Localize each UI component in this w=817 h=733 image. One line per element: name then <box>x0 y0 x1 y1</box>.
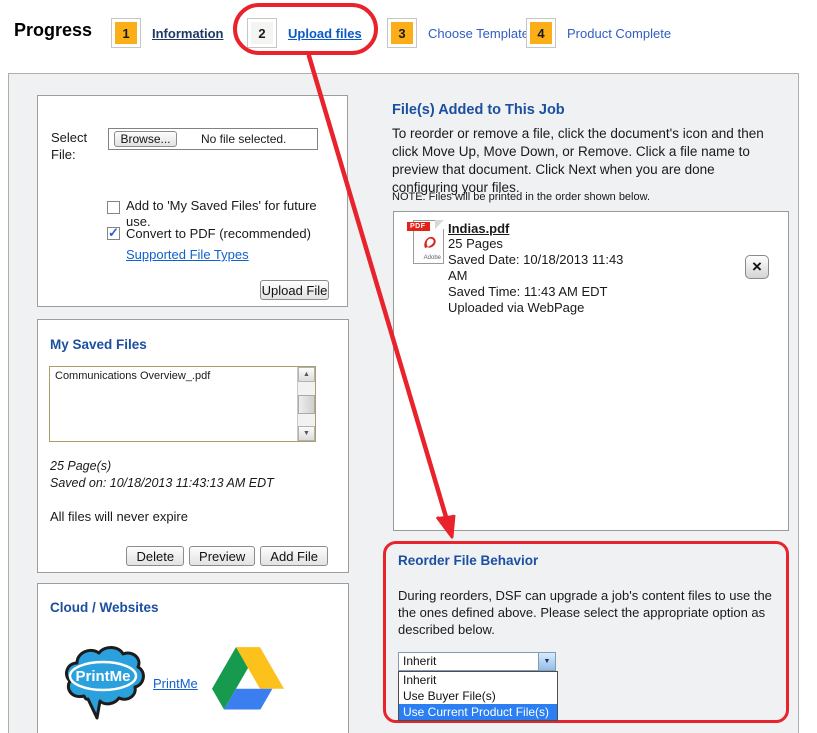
file-pages: 25 Pages <box>448 236 683 252</box>
option-use-current-product-files[interactable]: Use Current Product File(s) <box>399 704 557 720</box>
saved-file-pages: 25 Page(s) <box>50 459 111 473</box>
reorder-dropdown-value: Inherit <box>403 653 436 670</box>
convert-to-pdf-label: Convert to PDF (recommended) <box>126 226 346 242</box>
option-use-buyer-files[interactable]: Use Buyer File(s) <box>399 688 557 704</box>
pdf-icon[interactable]: Adobe PDF <box>410 220 444 264</box>
adobe-brand-text: Adobe <box>424 255 441 261</box>
job-files-instructions: To reorder or remove a file, click the d… <box>392 125 797 197</box>
job-files-note: NOTE: Files will be printed in the order… <box>392 191 650 203</box>
cloud-websites-title: Cloud / Websites <box>50 600 159 615</box>
saved-file-saved-on: Saved on: 10/18/2013 11:43:13 AM EDT <box>50 476 274 490</box>
preview-button[interactable]: Preview <box>189 546 255 566</box>
printme-link[interactable]: PrintMe <box>153 676 198 691</box>
listbox-scrollbar[interactable]: ▲ ▼ <box>297 367 315 441</box>
step-number-box: 1 <box>111 18 141 48</box>
google-drive-icon[interactable] <box>212 647 284 710</box>
browse-button[interactable]: Browse... <box>114 131 177 147</box>
file-input[interactable]: Browse... No file selected. <box>108 128 318 150</box>
saved-file-item[interactable]: Communications Overview_.pdf <box>50 367 315 382</box>
add-to-saved-files-checkbox[interactable] <box>107 201 120 214</box>
step-upload-files-link[interactable]: Upload files <box>288 26 362 41</box>
file-entry: Indias.pdf 25 Pages Saved Date: 10/18/20… <box>448 221 683 316</box>
reorder-title: Reorder File Behavior <box>398 553 538 568</box>
job-file-list: Adobe PDF Indias.pdf 25 Pages Saved Date… <box>393 211 789 531</box>
reorder-file-behavior-section: Reorder File Behavior During reorders, D… <box>383 541 789 723</box>
supported-file-types-link[interactable]: Supported File Types <box>126 247 249 262</box>
file-saved-time: Saved Time: 11:43 AM EDT <box>448 284 683 300</box>
step-product-complete-label: Product Complete <box>567 26 671 41</box>
progress-title: Progress <box>14 20 92 41</box>
file-input-status: No file selected. <box>201 129 286 149</box>
adobe-swirl-icon <box>422 233 442 253</box>
my-saved-files-panel: My Saved Files Communications Overview_.… <box>37 319 349 573</box>
progress-step-information: 1 Information <box>111 18 224 48</box>
progress-step-product-complete: 4 Product Complete <box>526 18 671 48</box>
progress-step-upload-files: 2 Upload files <box>247 18 362 48</box>
file-name-link[interactable]: Indias.pdf <box>448 221 683 236</box>
svg-text:PrintMe: PrintMe <box>75 668 130 685</box>
step-number: 2 <box>251 22 273 44</box>
file-uploaded-via: Uploaded via WebPage <box>448 300 683 316</box>
step-number-box: 4 <box>526 18 556 48</box>
upload-file-button[interactable]: Upload File <box>260 280 329 300</box>
scrollbar-thumb[interactable] <box>298 395 315 414</box>
expiry-note: All files will never expire <box>50 509 188 524</box>
file-saved-date: Saved Date: 10/18/2013 11:43 AM <box>448 252 683 284</box>
step-number: 4 <box>530 22 552 44</box>
step-number: 1 <box>115 22 137 44</box>
step-choose-template-label: Choose Template <box>428 26 529 41</box>
job-files-title: File(s) Added to This Job <box>392 102 565 118</box>
select-file-label: Select File: <box>51 129 101 163</box>
printme-logo-icon[interactable]: PrintMe <box>60 644 146 724</box>
scroll-up-icon[interactable]: ▲ <box>298 367 315 382</box>
convert-to-pdf-checkbox[interactable]: ✓ <box>107 227 120 240</box>
saved-files-buttons: Delete Preview Add File <box>126 546 328 566</box>
scroll-down-icon[interactable]: ▼ <box>298 426 315 441</box>
checkbox-checked-icon: ✓ <box>108 225 119 241</box>
upload-files-page: Progress 1 Information 2 Upload files 3 … <box>0 0 817 733</box>
cloud-websites-panel: Cloud / Websites PrintMe PrintMe <box>37 583 349 733</box>
chevron-down-icon[interactable]: ▼ <box>538 653 555 670</box>
pdf-fold-corner <box>435 220 444 229</box>
reorder-description: During reorders, DSF can upgrade a job's… <box>398 587 783 638</box>
pdf-badge: PDF <box>407 222 430 231</box>
remove-file-button[interactable]: × <box>745 255 769 279</box>
step-number-box: 2 <box>247 18 277 48</box>
step-information-link[interactable]: Information <box>152 26 224 41</box>
progress-step-choose-template: 3 Choose Template <box>387 18 529 48</box>
option-inherit[interactable]: Inherit <box>399 672 557 688</box>
add-file-button[interactable]: Add File <box>260 546 328 566</box>
reorder-dropdown[interactable]: Inherit ▼ <box>398 652 556 671</box>
step-number-box: 3 <box>387 18 417 48</box>
delete-button[interactable]: Delete <box>126 546 184 566</box>
main-content: Select File: Browse... No file selected.… <box>8 73 799 733</box>
saved-files-listbox[interactable]: Communications Overview_.pdf ▲ ▼ <box>49 366 316 442</box>
step-number: 3 <box>391 22 413 44</box>
my-saved-files-title: My Saved Files <box>50 337 147 352</box>
reorder-dropdown-list: Inherit Use Buyer File(s) Use Current Pr… <box>398 671 558 721</box>
upload-file-panel: Select File: Browse... No file selected.… <box>37 95 348 307</box>
